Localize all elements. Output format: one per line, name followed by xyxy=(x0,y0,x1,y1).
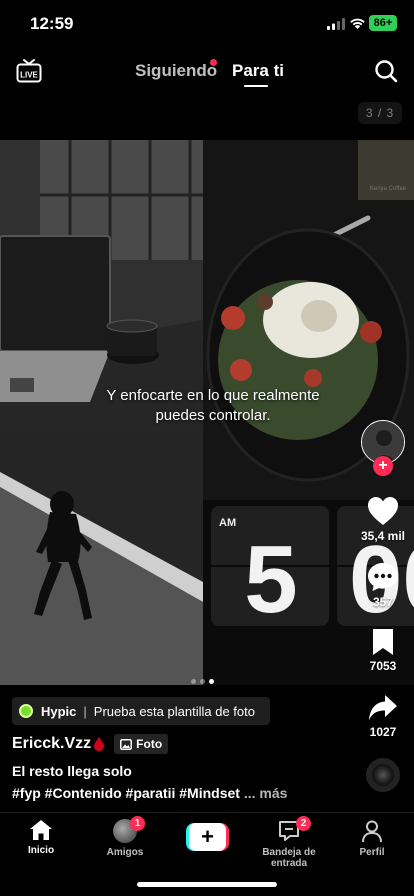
post-hashtags: #fyp #Contenido #paratii #Mindset ... má… xyxy=(12,785,287,801)
profile-icon xyxy=(362,820,382,843)
status-bar: 12:59 86+ xyxy=(0,0,414,48)
home-indicator xyxy=(137,882,277,887)
photo-caption: Y enfocarte en lo que realmente puedes c… xyxy=(106,387,320,424)
more-link[interactable]: ... más xyxy=(244,785,288,801)
carousel-dot xyxy=(191,679,196,684)
share-button[interactable]: 1027 xyxy=(358,694,408,739)
status-time: 12:59 xyxy=(30,14,74,33)
save-count: 7053 xyxy=(369,659,397,673)
create-button[interactable]: + xyxy=(186,823,229,851)
friends-badge: 1 xyxy=(130,816,145,831)
carousel-dots xyxy=(191,679,225,685)
battery-icon: 86+ xyxy=(369,15,397,31)
tab-home[interactable]: Inicio xyxy=(18,819,64,856)
author-name[interactable]: Ericck.Vzz xyxy=(12,735,91,753)
effect-separator: | xyxy=(83,703,87,719)
effect-template-pill[interactable]: Hypic | Prueba esta plantilla de foto xyxy=(12,697,270,725)
tab-active-indicator xyxy=(244,85,268,87)
coffee-cup-text: Kenya Coffee xyxy=(370,186,407,192)
post-title: El resto llega solo xyxy=(12,763,132,779)
tab-home-label: Inicio xyxy=(27,845,55,856)
runner-photo xyxy=(0,432,203,685)
photo-badge-label: Foto xyxy=(136,737,163,751)
effect-logo-icon xyxy=(19,704,33,718)
tab-profile-label: Perfil xyxy=(359,847,385,858)
save-button[interactable]: 7053 xyxy=(358,628,408,673)
comment-count: 357 xyxy=(372,595,394,609)
home-icon xyxy=(30,820,52,840)
tab-friends-label: Amigos xyxy=(106,847,144,858)
comment-icon xyxy=(368,563,398,591)
carousel-dot xyxy=(200,679,205,684)
clock-am-label: AM xyxy=(219,517,236,529)
tab-friends[interactable]: 1 Amigos xyxy=(100,816,150,858)
follow-button[interactable]: + xyxy=(373,456,393,476)
author-row: Ericck.Vzz Foto xyxy=(12,733,169,755)
tab-following[interactable]: Siguiendo xyxy=(135,61,217,81)
effect-name: Hypic xyxy=(41,703,77,719)
wifi-icon xyxy=(350,18,365,29)
search-icon[interactable] xyxy=(374,59,398,83)
tab-profile[interactable]: Perfil xyxy=(352,819,392,858)
following-notification-dot xyxy=(210,59,217,66)
blood-drop-icon xyxy=(94,737,105,751)
tab-inbox-label: Bandeja de entrada xyxy=(262,847,316,869)
clock-hour: 5 xyxy=(244,526,297,633)
carousel-dot xyxy=(209,679,214,684)
image-icon xyxy=(120,738,133,750)
tab-inbox[interactable]: 2 Bandeja de entrada xyxy=(244,816,334,869)
effect-action-text: Prueba esta plantilla de foto xyxy=(93,703,255,719)
live-tv-icon[interactable]: LIVE xyxy=(16,58,42,84)
share-arrow-icon xyxy=(369,695,397,720)
share-count: 1027 xyxy=(369,725,397,739)
slide-counter: 3 / 3 xyxy=(358,102,402,124)
heart-icon xyxy=(368,497,398,525)
top-nav: LIVE Siguiendo Para ti xyxy=(0,52,414,92)
cellular-signal-icon xyxy=(327,18,345,30)
tab-for-you[interactable]: Para ti xyxy=(232,61,284,81)
like-count: 35,4 mil xyxy=(360,529,406,543)
hashtag-list[interactable]: #fyp #Contenido #paratii #Mindset xyxy=(12,785,240,801)
like-button[interactable]: 35,4 mil xyxy=(358,496,408,543)
live-label: LIVE xyxy=(20,71,38,80)
plus-icon: + xyxy=(189,823,226,851)
photo-badge: Foto xyxy=(114,734,169,754)
sound-disc[interactable] xyxy=(366,758,400,792)
comment-button[interactable]: 357 xyxy=(358,562,408,609)
inbox-badge: 2 xyxy=(296,816,311,831)
bookmark-icon xyxy=(373,629,393,655)
